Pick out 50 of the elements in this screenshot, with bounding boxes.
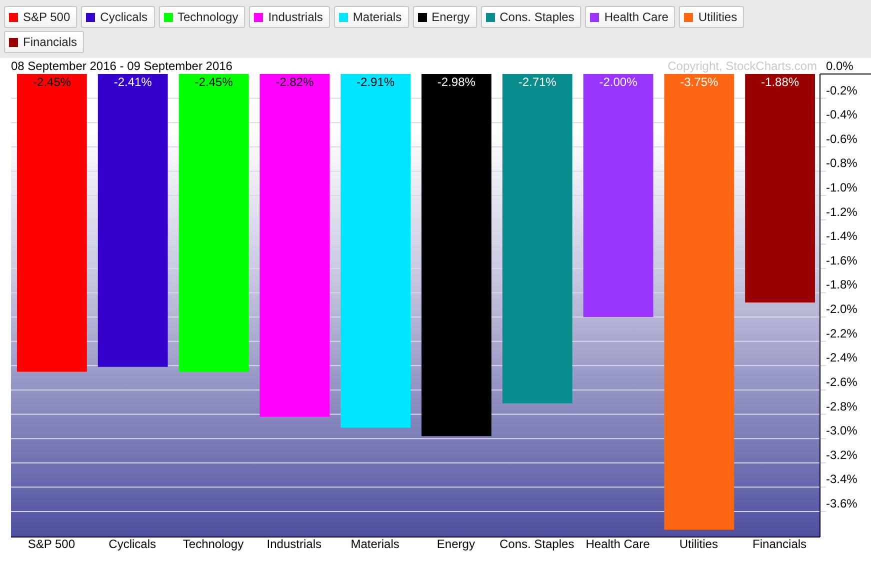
value-label: -3.75% [680,75,718,89]
y-axis-label: -3.6% [826,496,858,510]
y-axis-label: -2.2% [826,326,858,340]
x-axis-label: S&P 500 [28,537,76,551]
x-axis-label: Technology [182,537,244,551]
y-axis-label: -3.2% [826,448,858,462]
legend-item[interactable]: Technology [158,6,246,28]
y-axis-label: -0.8% [826,156,858,170]
legend-item[interactable]: Industrials [249,6,330,28]
y-axis-label: -1.0% [826,180,858,195]
y-axis-label: -2.4% [826,350,858,365]
y-axis-label: -1.6% [826,253,858,268]
legend-item[interactable]: Health Care [585,6,676,28]
y-axis-label: -2.8% [826,399,858,414]
value-label: -2.71% [518,75,556,89]
value-label: -2.45% [32,75,71,89]
value-label: -2.82% [276,75,314,89]
legend-item[interactable]: Materials [334,6,409,28]
value-label: -2.45% [194,75,233,89]
y-axis-label: -3.0% [826,424,858,438]
x-axis-label: Materials [350,537,400,551]
x-axis-label: Industrials [266,537,322,551]
y-axis-label: -0.4% [826,108,858,122]
legend-item[interactable]: Cons. Staples [480,6,582,28]
x-axis-label: Cyclicals [108,537,156,551]
y-axis-label: -2.0% [826,302,858,316]
x-axis-label: Energy [436,537,475,551]
legend-item[interactable]: S&P 500 [4,6,78,28]
legend-item[interactable]: Financials [4,31,84,53]
x-axis-label: Utilities [679,537,718,551]
legend-item[interactable]: Energy [412,6,477,28]
x-axis-label: Health Care [586,537,650,551]
y-axis-label: -1.4% [826,229,858,244]
x-axis-label: Cons. Staples [500,537,574,551]
x-axis-label: Financials [752,537,807,551]
y-axis-label: 0.0% [826,59,854,73]
legend-item[interactable]: Utilities [679,6,744,28]
value-label: -2.98% [437,75,476,89]
y-axis-label: -2.6% [826,374,858,389]
value-label: -2.91% [356,75,395,89]
y-axis-label: -1.8% [826,278,858,292]
y-axis-label: -0.2% [826,83,858,98]
y-axis-label: -3.4% [826,472,858,486]
date-range: 08 September 2016 - 09 September 2016 [11,59,232,73]
y-axis-label: -1.2% [826,204,858,219]
value-label: -2.00% [599,75,638,89]
value-label: -2.41% [114,75,152,89]
legend-item[interactable]: Cyclicals [81,6,154,28]
value-label: -1.88% [761,75,800,89]
y-axis-label: -0.6% [826,132,858,146]
